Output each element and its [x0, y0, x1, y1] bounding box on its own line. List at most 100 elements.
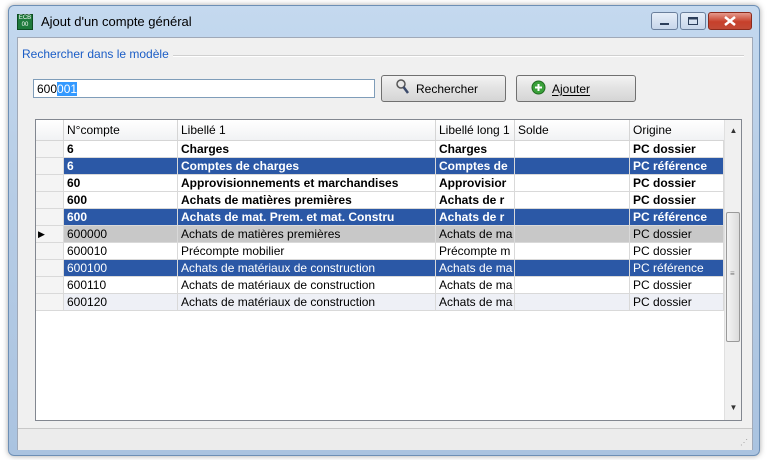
table-row[interactable]: 600120 Achats de matériaux de constructio… — [36, 294, 724, 311]
grid-header: N°compte Libellé 1 Libellé long 1 Solde … — [36, 120, 724, 141]
search-input[interactable]: 600 001 — [33, 79, 375, 98]
cell-libelle-long: Achats de r — [436, 192, 515, 208]
cell-origine: PC dossier — [630, 226, 724, 242]
table-row[interactable]: 6 Charges Charges PC dossier — [36, 141, 724, 158]
cell-solde — [515, 192, 630, 208]
table-row[interactable]: 6 Comptes de charges Comptes de PC référenc… — [36, 158, 724, 175]
cell-libelle-long: Charges — [436, 141, 515, 157]
maximize-icon — [688, 17, 698, 25]
triangle-right-icon: ▶ — [36, 226, 64, 242]
cell-origine: PC référence — [630, 158, 724, 174]
resize-grip-icon[interactable]: ⋰ — [740, 438, 750, 448]
cell-compte: 600120 — [64, 294, 178, 310]
close-button[interactable] — [708, 12, 752, 30]
row-indicator-cell — [36, 175, 64, 191]
dialog-content: Rechercher dans le modèle 600 001 Recherc… — [17, 37, 753, 450]
row-indicator-cell — [36, 141, 64, 157]
dialog-window: ECB 00 Ajout d'un compte général Recherc… — [8, 5, 760, 456]
cell-solde — [515, 277, 630, 293]
row-indicator-cell — [36, 158, 64, 174]
cell-libelle: Achats de mat. Prem. et mat. Constru — [178, 209, 436, 225]
table-row[interactable]: 600100 Achats de matériaux de constructio… — [36, 260, 724, 277]
cell-libelle: Achats de matériaux de construction — [178, 277, 436, 293]
column-header-libelle[interactable]: Libellé 1 — [178, 120, 436, 140]
table-row[interactable]: 600 Achats de mat. Prem. et mat. Constru A… — [36, 209, 724, 226]
scroll-up-icon[interactable]: ▲ — [725, 122, 741, 139]
app-icon: ECB 00 — [17, 14, 33, 30]
cell-origine: PC dossier — [630, 277, 724, 293]
row-indicator-cell — [36, 243, 64, 259]
table-row[interactable]: 60 Approvisionnements et marchandises Appr… — [36, 175, 724, 192]
cell-compte: 600 — [64, 192, 178, 208]
column-header-origine[interactable]: Origine — [630, 120, 724, 140]
cell-compte: 600 — [64, 209, 178, 225]
cell-compte: 60 — [64, 175, 178, 191]
cell-libelle-long: Achats de ma — [436, 294, 515, 310]
cell-compte: 600100 — [64, 260, 178, 276]
group-divider — [142, 55, 744, 57]
cell-origine: PC dossier — [630, 243, 724, 259]
add-button[interactable]: Ajouter — [516, 75, 636, 102]
cell-libelle: Charges — [178, 141, 436, 157]
minimize-icon — [660, 23, 669, 25]
grip-icon: ≡ — [730, 269, 735, 278]
cell-origine: PC dossier — [630, 175, 724, 191]
cell-libelle: Comptes de charges — [178, 158, 436, 174]
cell-compte: 600000 — [64, 226, 178, 242]
table-row[interactable]: 600110 Achats de matériaux de constructio… — [36, 277, 724, 294]
column-header-libelle-long[interactable]: Libellé long 1 — [436, 120, 515, 140]
window-title: Ajout d'un compte général — [41, 14, 192, 29]
row-indicator-cell — [36, 277, 64, 293]
maximize-button[interactable] — [680, 12, 706, 30]
header-indicator-cell — [36, 120, 64, 140]
cell-libelle-long: Comptes de — [436, 158, 515, 174]
vertical-scrollbar[interactable]: ▲ ≡ ▼ — [724, 120, 741, 420]
column-header-compte[interactable]: N°compte — [64, 120, 178, 140]
cell-solde — [515, 260, 630, 276]
cell-libelle-long: Précompte m — [436, 243, 515, 259]
cell-libelle-long: Achats de r — [436, 209, 515, 225]
cell-origine: PC référence — [630, 260, 724, 276]
cell-libelle-long: Approvisior — [436, 175, 515, 191]
search-group-label: Rechercher dans le modèle — [22, 47, 173, 61]
cell-libelle: Achats de matières premières — [178, 226, 436, 242]
accounts-grid[interactable]: N°compte Libellé 1 Libellé long 1 Solde … — [35, 119, 742, 421]
cell-compte: 6 — [64, 158, 178, 174]
status-bar: ⋰ — [18, 428, 752, 450]
add-button-label: Ajouter — [552, 81, 591, 96]
row-indicator-cell — [36, 260, 64, 276]
search-button-label: Rechercher — [416, 81, 479, 96]
close-icon — [724, 16, 736, 26]
cell-libelle: Achats de matières premières — [178, 192, 436, 208]
row-indicator-cell — [36, 209, 64, 225]
scroll-down-icon[interactable]: ▼ — [725, 399, 741, 416]
cell-libelle: Achats de matériaux de construction — [178, 260, 436, 276]
column-header-solde[interactable]: Solde — [515, 120, 630, 140]
row-indicator-cell — [36, 192, 64, 208]
cell-solde — [515, 209, 630, 225]
search-input-text: 600 — [37, 81, 58, 96]
search-button[interactable]: Rechercher — [381, 75, 506, 102]
scrollbar-thumb[interactable]: ≡ — [726, 212, 740, 342]
green-plus-circle-icon — [531, 80, 546, 98]
cell-libelle-long: Achats de ma — [436, 260, 515, 276]
cell-libelle: Approvisionnements et marchandises — [178, 175, 436, 191]
cell-libelle-long: Achats de ma — [436, 277, 515, 293]
cell-libelle: Achats de matériaux de construction — [178, 294, 436, 310]
cell-libelle: Précompte mobilier — [178, 243, 436, 259]
magnifier-icon — [396, 79, 410, 98]
title-bar[interactable]: ECB 00 Ajout d'un compte général — [9, 6, 759, 36]
table-row[interactable]: 600 Achats de matières premières Achats de… — [36, 192, 724, 209]
table-row[interactable]: 600010 Précompte mobilier Précompte m PC do… — [36, 243, 724, 260]
cell-compte: 6 — [64, 141, 178, 157]
cell-libelle-long: Achats de ma — [436, 226, 515, 242]
row-indicator-cell — [36, 294, 64, 310]
cell-compte: 600010 — [64, 243, 178, 259]
cell-origine: PC référence — [630, 209, 724, 225]
cell-solde — [515, 175, 630, 191]
cell-origine: PC dossier — [630, 192, 724, 208]
minimize-button[interactable] — [651, 12, 678, 30]
cell-solde — [515, 294, 630, 310]
cell-origine: PC dossier — [630, 294, 724, 310]
table-row[interactable]: ▶ 600000 Achats de matières premières Achat… — [36, 226, 724, 243]
